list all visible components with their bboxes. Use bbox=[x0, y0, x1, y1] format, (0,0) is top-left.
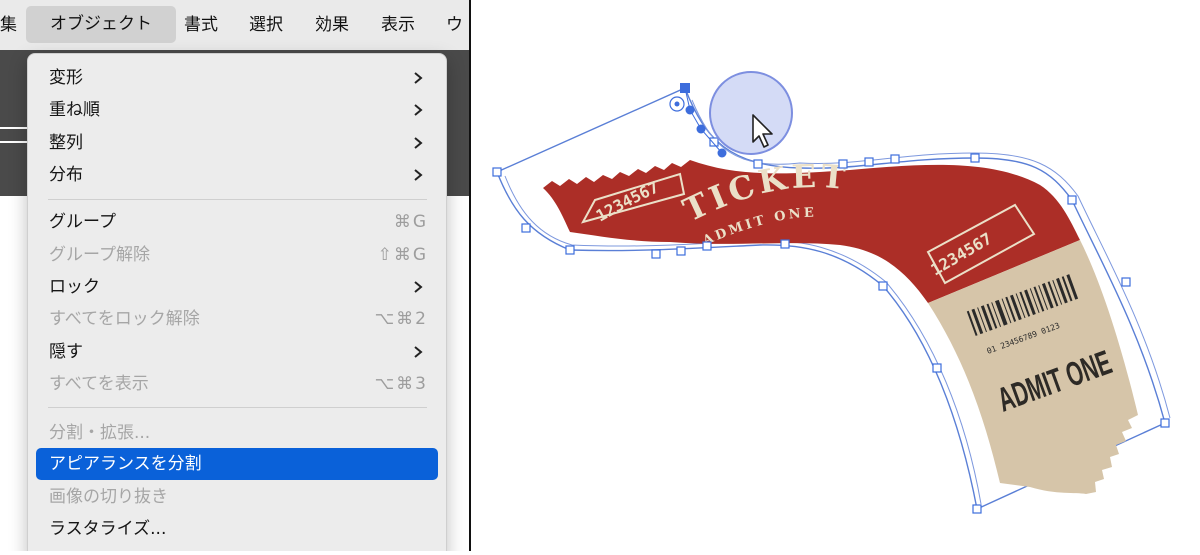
anchor-point[interactable] bbox=[521, 223, 531, 233]
menu-edit[interactable]: 集 bbox=[0, 0, 22, 50]
direction-handle[interactable] bbox=[696, 124, 706, 134]
menu-item-label: 変形 bbox=[49, 68, 83, 88]
menu-item-rasterize[interactable]: ラスタライズ... bbox=[36, 514, 438, 544]
click-highlight bbox=[709, 71, 793, 155]
anchor-point[interactable] bbox=[1121, 277, 1131, 287]
menu-bar: 集 オブジェクト 書式 選択 効果 表示 ウ bbox=[0, 0, 469, 50]
menu-item-label: すべてをロック解除 bbox=[49, 309, 200, 329]
anchor-point[interactable] bbox=[1067, 195, 1077, 205]
menu-item-label: グループ解除 bbox=[49, 245, 150, 265]
chevron-right-icon bbox=[414, 169, 423, 181]
anchor-point[interactable] bbox=[1160, 418, 1170, 428]
menu-separator bbox=[48, 407, 427, 408]
menu-item-label: グループ bbox=[49, 212, 116, 232]
anchor-point[interactable] bbox=[838, 159, 848, 169]
menu-item-arrange[interactable]: 重ね順 bbox=[36, 95, 438, 125]
artboard-svg: 1234567 TICKET ADMIT ONE 1234567 01 2345… bbox=[492, 71, 1171, 514]
anchor-point[interactable] bbox=[702, 241, 712, 251]
menu-item-label: 分布 bbox=[49, 165, 83, 185]
anchor-point[interactable] bbox=[972, 504, 982, 514]
menu-separator bbox=[48, 199, 427, 200]
menu-effect[interactable]: 効果 bbox=[315, 0, 349, 50]
menu-item-label: 整列 bbox=[49, 133, 83, 153]
menu-item-hide[interactable]: 隠す bbox=[36, 337, 438, 367]
anchor-point[interactable] bbox=[864, 157, 874, 167]
anchor-point[interactable] bbox=[970, 153, 980, 163]
menu-item-label: 重ね順 bbox=[49, 100, 100, 120]
anchor-point[interactable] bbox=[565, 245, 575, 255]
menu-object[interactable]: オブジェクト bbox=[26, 6, 176, 43]
chevron-right-icon bbox=[414, 104, 423, 116]
menu-item-label: 分割・拡張... bbox=[49, 423, 151, 443]
menu-view[interactable]: 表示 bbox=[381, 0, 415, 50]
anchor-point[interactable] bbox=[709, 137, 719, 147]
anchor-point[interactable] bbox=[676, 246, 686, 256]
anchor-point[interactable] bbox=[651, 249, 661, 259]
menu-item-transform[interactable]: 変形 bbox=[36, 63, 438, 93]
chevron-right-icon bbox=[414, 72, 423, 84]
menu-item-shortcut: ⌥⌘2 bbox=[374, 309, 428, 329]
chevron-right-icon bbox=[414, 281, 423, 293]
anchor-point[interactable] bbox=[780, 239, 790, 249]
menu-item-label: ロック bbox=[49, 277, 100, 297]
chevron-right-icon bbox=[414, 137, 423, 149]
menu-item-shortcut: ⌥⌘3 bbox=[374, 374, 428, 394]
direction-handle[interactable] bbox=[685, 105, 695, 115]
menu-item-show-all: すべてを表示 ⌥⌘3 bbox=[36, 369, 438, 399]
anchor-point[interactable] bbox=[890, 154, 900, 164]
menu-select[interactable]: 選択 bbox=[249, 0, 283, 50]
menu-item-label: 画像の切り抜き bbox=[49, 487, 168, 507]
object-dropdown-menu: 変形 重ね順 整列 分布 グループ ⌘G グループ解除 ⇧⌘G ロック すべてを… bbox=[27, 53, 447, 551]
menu-item-lock[interactable]: ロック bbox=[36, 272, 438, 302]
anchor-point[interactable] bbox=[932, 363, 942, 373]
menu-item-shortcut: ⇧⌘G bbox=[377, 245, 428, 265]
selected-anchor-point[interactable] bbox=[680, 83, 690, 93]
menu-item-group[interactable]: グループ ⌘G bbox=[36, 207, 438, 237]
menu-item-align[interactable]: 整列 bbox=[36, 128, 438, 158]
artboard-canvas[interactable]: 1234567 TICKET ADMIT ONE 1234567 01 2345… bbox=[471, 0, 1200, 551]
menu-item-expand: 分割・拡張... bbox=[36, 418, 438, 448]
menu-item-ungroup: グループ解除 ⇧⌘G bbox=[36, 240, 438, 270]
menu-item-label: アピアランスを分割 bbox=[49, 454, 202, 474]
menu-item-distribute[interactable]: 分布 bbox=[36, 160, 438, 190]
menu-item-unlock-all: すべてをロック解除 ⌥⌘2 bbox=[36, 304, 438, 334]
menu-item-crop-image: 画像の切り抜き bbox=[36, 482, 438, 512]
menu-item-label: すべてを表示 bbox=[49, 374, 149, 394]
menu-item-label: ラスタライズ... bbox=[49, 519, 167, 539]
anchor-point[interactable] bbox=[753, 159, 763, 169]
menu-window[interactable]: ウ bbox=[446, 0, 463, 50]
menu-type[interactable]: 書式 bbox=[184, 0, 218, 50]
direction-handle[interactable] bbox=[717, 148, 727, 158]
illustrator-app-panel: 集 オブジェクト 書式 選択 効果 表示 ウ 変形 重ね順 整列 分布 グループ bbox=[0, 0, 469, 551]
menu-item-expand-appearance[interactable]: アピアランスを分割 bbox=[36, 448, 438, 480]
anchor-point[interactable] bbox=[878, 281, 888, 291]
anchor-point[interactable] bbox=[492, 167, 502, 177]
menu-item-label: 隠す bbox=[49, 342, 83, 362]
chevron-right-icon bbox=[414, 346, 423, 358]
menu-item-shortcut: ⌘G bbox=[393, 212, 428, 232]
rotation-origin-dot bbox=[674, 101, 680, 107]
